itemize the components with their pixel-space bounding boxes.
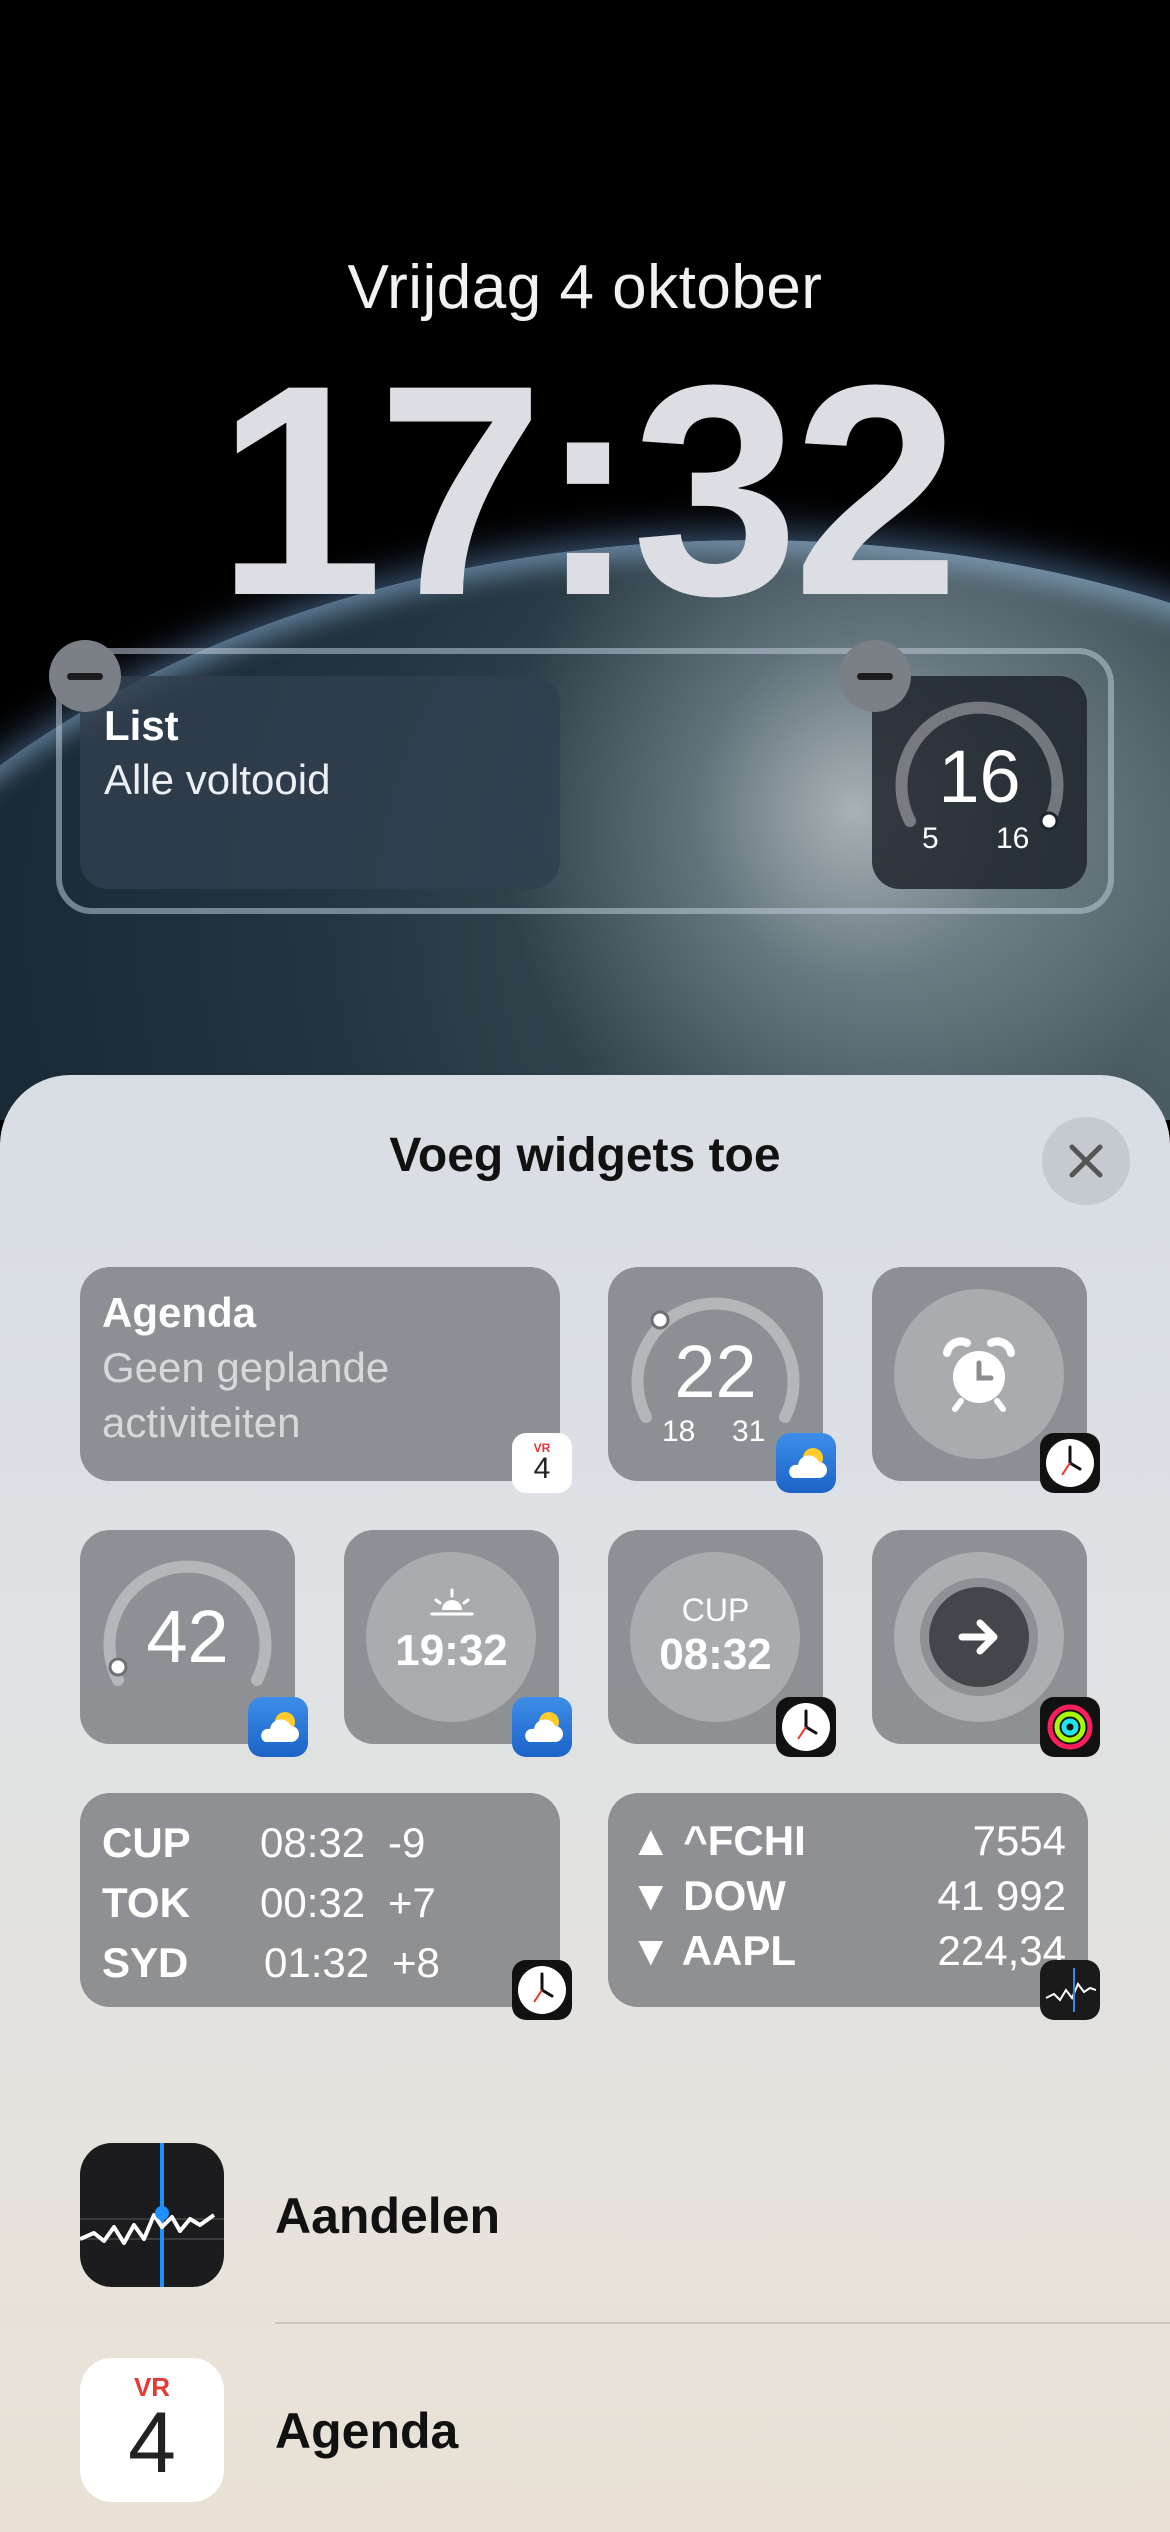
city-clock-time: 08:32 (659, 1630, 772, 1679)
city-clock-city: CUP (681, 1592, 750, 1628)
app-list-divider (275, 2322, 1170, 2324)
world-clock-offset: -9 (388, 1819, 426, 1866)
remove-list-widget-button[interactable] (49, 640, 121, 712)
alarm-clock-icon (943, 1337, 1015, 1412)
stocks-badge-icon (1040, 1960, 1100, 2020)
world-clock-city: SYD (102, 1939, 189, 1986)
stock-value: 7554 (972, 1816, 1066, 1864)
temperature-value: 22 (674, 1330, 757, 1413)
close-icon (1069, 1144, 1103, 1178)
sheet-title: Voeg widgets toe (389, 1129, 781, 1182)
temperature-high: 31 (732, 1415, 766, 1448)
stock-row: ▼ AAPL 224,34 (630, 1923, 1066, 1978)
calendar-app-icon: VR 4 (80, 2358, 224, 2502)
stock-value: 41 992 (937, 1871, 1066, 1919)
remove-gauge-widget-button[interactable] (839, 640, 911, 712)
world-clock-offset: +8 (392, 1939, 440, 1986)
clock-badge-icon (1040, 1433, 1100, 1493)
gauge-widget[interactable]: 16 5 16 (872, 676, 1087, 889)
agenda-tile-subtitle-2: activiteiten (102, 1398, 301, 1446)
agenda-tile-title: Agenda (102, 1289, 257, 1336)
app-label: Aandelen (275, 2188, 501, 2244)
stocks-widget-tile[interactable]: ▲ ^FCHI 7554 ▼ DOW 41 992 ▼ AAPL 224,34 (608, 1793, 1088, 2007)
clock-badge-icon (512, 1960, 572, 2020)
stock-symbol: ^FCHI (683, 1816, 806, 1864)
sunset-icon (430, 1588, 474, 1616)
stock-symbol: AAPL (681, 1926, 797, 1974)
world-clock-time: 08:32 (260, 1819, 366, 1866)
gauge-value: 16 (938, 735, 1021, 818)
clock-badge-icon (776, 1697, 836, 1757)
fitness-badge-icon (1040, 1697, 1100, 1757)
world-clock-offset: +7 (388, 1879, 436, 1926)
gauge-max: 16 (996, 822, 1030, 855)
world-clock-row: SYD 01:32 +8 (102, 1933, 538, 1993)
app-row-aandelen[interactable]: Aandelen (0, 2125, 1170, 2325)
lockscreen-date[interactable]: Vrijdag 4 oktober (0, 252, 1170, 323)
world-clock-time: 01:32 (264, 1939, 370, 1986)
world-clock-time: 00:32 (260, 1879, 366, 1926)
agenda-widget-tile[interactable]: Agenda Geen geplande activiteiten (80, 1267, 560, 1481)
world-clock-widget-tile[interactable]: CUP 08:32 -9 TOK 00:32 +7 SYD 01:32 +8 (80, 1793, 560, 2007)
agenda-tile-subtitle-1: Geen geplande (102, 1344, 390, 1391)
list-widget[interactable]: List Alle voltooid (80, 676, 560, 889)
calendar-badge-day: 4 (533, 1452, 551, 1485)
temperature-low: 18 (662, 1415, 696, 1448)
stock-down-arrow-icon: ▼ (630, 1871, 672, 1919)
gauge-min: 5 (922, 822, 939, 855)
aqi-value: 42 (146, 1595, 229, 1678)
stock-row: ▲ ^FCHI 7554 (630, 1813, 1066, 1868)
sunset-time: 19:32 (395, 1626, 508, 1675)
arrow-right-icon (958, 1619, 998, 1655)
world-clock-city: CUP (102, 1819, 191, 1866)
world-clock-city: TOK (102, 1879, 190, 1926)
app-row-agenda[interactable]: VR 4 Agenda (0, 2340, 1170, 2532)
stocks-app-icon (80, 2143, 224, 2287)
calendar-badge-icon: VR 4 (512, 1433, 572, 1493)
weather-badge-icon (776, 1433, 836, 1493)
calendar-app-day: 4 (128, 2395, 176, 2491)
world-clock-row: TOK 00:32 +7 (102, 1873, 538, 1933)
list-widget-subtitle: Alle voltooid (104, 756, 331, 803)
lockscreen-time[interactable]: 17:32 (0, 340, 1170, 640)
app-label: Agenda (275, 2403, 459, 2459)
world-clock-row: CUP 08:32 -9 (102, 1813, 538, 1873)
stock-row: ▼ DOW 41 992 (630, 1868, 1066, 1923)
weather-badge-icon (248, 1697, 308, 1757)
list-widget-title: List (104, 702, 179, 749)
stock-symbol: DOW (683, 1871, 786, 1919)
close-button[interactable] (1042, 1117, 1130, 1205)
stock-down-arrow-icon: ▼ (630, 1926, 672, 1974)
weather-badge-icon (512, 1697, 572, 1757)
stock-up-arrow-icon: ▲ (630, 1816, 672, 1864)
